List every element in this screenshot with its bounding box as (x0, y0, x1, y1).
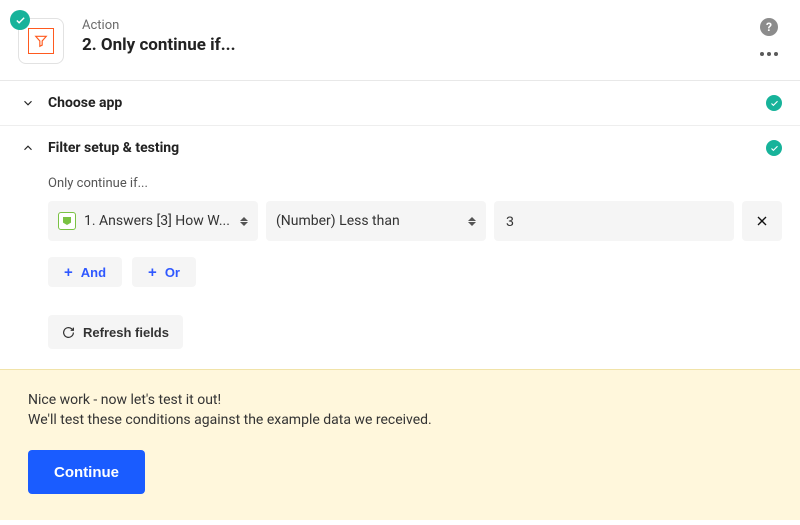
filter-field-text: 1. Answers [3] How W... (84, 213, 234, 229)
or-label: Or (165, 265, 180, 280)
plus-icon: + (64, 264, 73, 281)
add-and-button[interactable]: + And (48, 257, 122, 287)
test-message-line1: Nice work - now let's test it out! (28, 392, 772, 408)
action-header: Action 2. Only continue if... ? (0, 0, 800, 81)
more-menu-icon[interactable] (756, 48, 782, 60)
test-footer: Nice work - now let's test it out! We'll… (0, 369, 800, 520)
help-icon[interactable]: ? (760, 18, 778, 36)
section-complete-icon (766, 140, 782, 156)
remove-condition-button[interactable] (742, 201, 782, 241)
add-or-button[interactable]: + Or (132, 257, 196, 287)
filter-condition-label: Only continue if... (48, 176, 782, 191)
close-icon (754, 213, 770, 229)
filter-field-select[interactable]: 1. Answers [3] How W... (48, 201, 258, 241)
logic-buttons: + And + Or (48, 257, 782, 287)
sort-caret-icon (468, 217, 476, 226)
section-complete-icon (766, 95, 782, 111)
plus-icon: + (148, 264, 157, 281)
refresh-fields-button[interactable]: Refresh fields (48, 315, 183, 349)
filter-value-input[interactable] (494, 201, 734, 241)
sort-caret-icon (240, 217, 248, 226)
and-label: And (81, 265, 106, 280)
filter-condition-select[interactable]: (Number) Less than (266, 201, 486, 241)
header-text: Action 2. Only continue if... (82, 18, 756, 55)
test-message-line2: We'll test these conditions against the … (28, 412, 772, 428)
chevron-down-icon (18, 96, 38, 110)
filter-condition-row: 1. Answers [3] How W... (Number) Less th… (48, 201, 782, 241)
action-icon-wrap (18, 18, 64, 64)
chevron-up-icon (18, 141, 38, 155)
section-title-filter-setup: Filter setup & testing (48, 140, 766, 156)
refresh-label: Refresh fields (83, 325, 169, 340)
header-actions: ? (756, 18, 782, 60)
header-title: 2. Only continue if... (82, 35, 756, 55)
section-choose-app[interactable]: Choose app (0, 81, 800, 126)
section-filter-setup[interactable]: Filter setup & testing (0, 126, 800, 170)
filter-condition-text: (Number) Less than (276, 213, 462, 229)
continue-button[interactable]: Continue (28, 450, 145, 494)
section-title-choose-app: Choose app (48, 95, 766, 111)
header-eyebrow: Action (82, 18, 756, 33)
filter-body: Only continue if... 1. Answers [3] How W… (0, 170, 800, 369)
source-app-icon (58, 212, 76, 230)
refresh-icon (62, 326, 75, 339)
status-check-icon (10, 10, 30, 30)
